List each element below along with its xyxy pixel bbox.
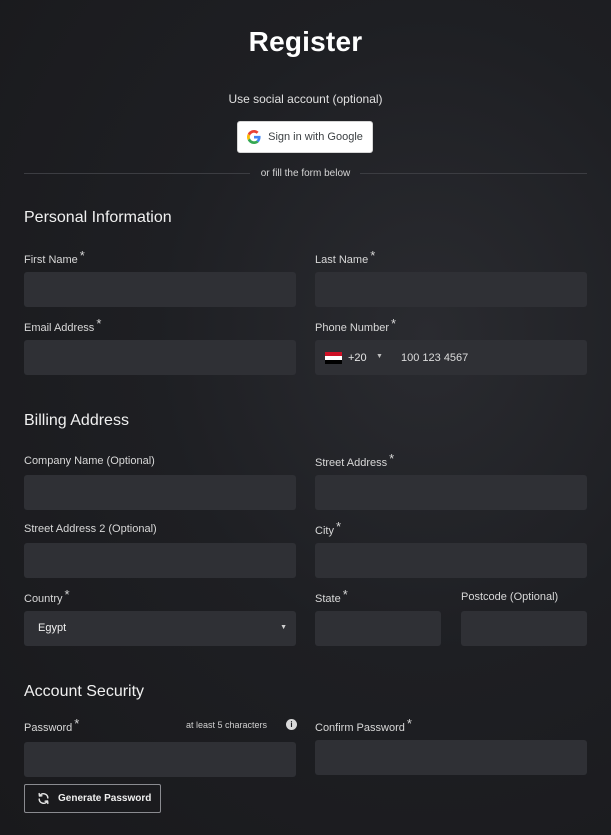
phone-input[interactable]: +20 ▼ 100 123 4567	[315, 340, 587, 375]
password-input[interactable]	[24, 742, 296, 777]
generate-password-label: Generate Password	[58, 793, 152, 804]
chevron-down-icon: ▼	[280, 624, 287, 631]
section-title-personal: Personal Information	[24, 209, 172, 226]
social-caption: Use social account (optional)	[228, 92, 383, 106]
google-signin-button[interactable]: Sign in with Google	[237, 121, 373, 153]
generate-password-button[interactable]: Generate Password	[24, 784, 161, 813]
country-code-chevron-down-icon[interactable]: ▼	[376, 353, 383, 360]
street2-label: Street Address 2 (Optional)	[24, 523, 157, 535]
country-label: Country *	[24, 587, 70, 605]
password-hint: at least 5 characters	[186, 720, 268, 730]
refresh-icon	[38, 792, 49, 805]
phone-label: Phone Number *	[315, 316, 397, 334]
info-icon[interactable]: i	[286, 719, 297, 730]
section-title-billing: Billing Address	[24, 412, 129, 429]
street2-input[interactable]	[24, 543, 296, 578]
last-name-input[interactable]	[315, 272, 587, 307]
company-label: Company Name (Optional)	[24, 455, 155, 467]
postcode-label: Postcode (Optional)	[461, 591, 559, 603]
street-input[interactable]	[315, 475, 587, 510]
egypt-flag-icon[interactable]	[325, 352, 342, 364]
phone-placeholder: 100 123 4567	[401, 352, 469, 364]
google-icon	[247, 130, 261, 144]
divider-text: or fill the form below	[260, 168, 351, 179]
state-input[interactable]	[315, 611, 441, 646]
state-label: State *	[315, 587, 348, 605]
email-label: Email Address *	[24, 316, 102, 334]
street-label: Street Address *	[315, 451, 395, 469]
company-input[interactable]	[24, 475, 296, 510]
country-selected-value: Egypt	[38, 622, 67, 634]
phone-country-code[interactable]: +20	[348, 352, 367, 364]
first-name-label: First Name *	[24, 248, 85, 266]
section-title-security: Account Security	[24, 683, 145, 700]
city-input[interactable]	[315, 543, 587, 578]
email-input[interactable]	[24, 340, 296, 375]
password-label: Password *	[24, 716, 80, 734]
country-select[interactable]: Egypt ▼	[24, 611, 296, 646]
confirm-password-input[interactable]	[315, 740, 587, 775]
page-title: Register	[248, 26, 363, 57]
postcode-input[interactable]	[461, 611, 587, 646]
first-name-input[interactable]	[24, 272, 296, 307]
google-signin-label: Sign in with Google	[268, 131, 363, 143]
confirm-password-label: Confirm Password *	[315, 716, 412, 734]
city-label: City *	[315, 519, 342, 537]
register-page: Register Use social account (optional) S…	[0, 0, 611, 835]
last-name-label: Last Name *	[315, 248, 376, 266]
